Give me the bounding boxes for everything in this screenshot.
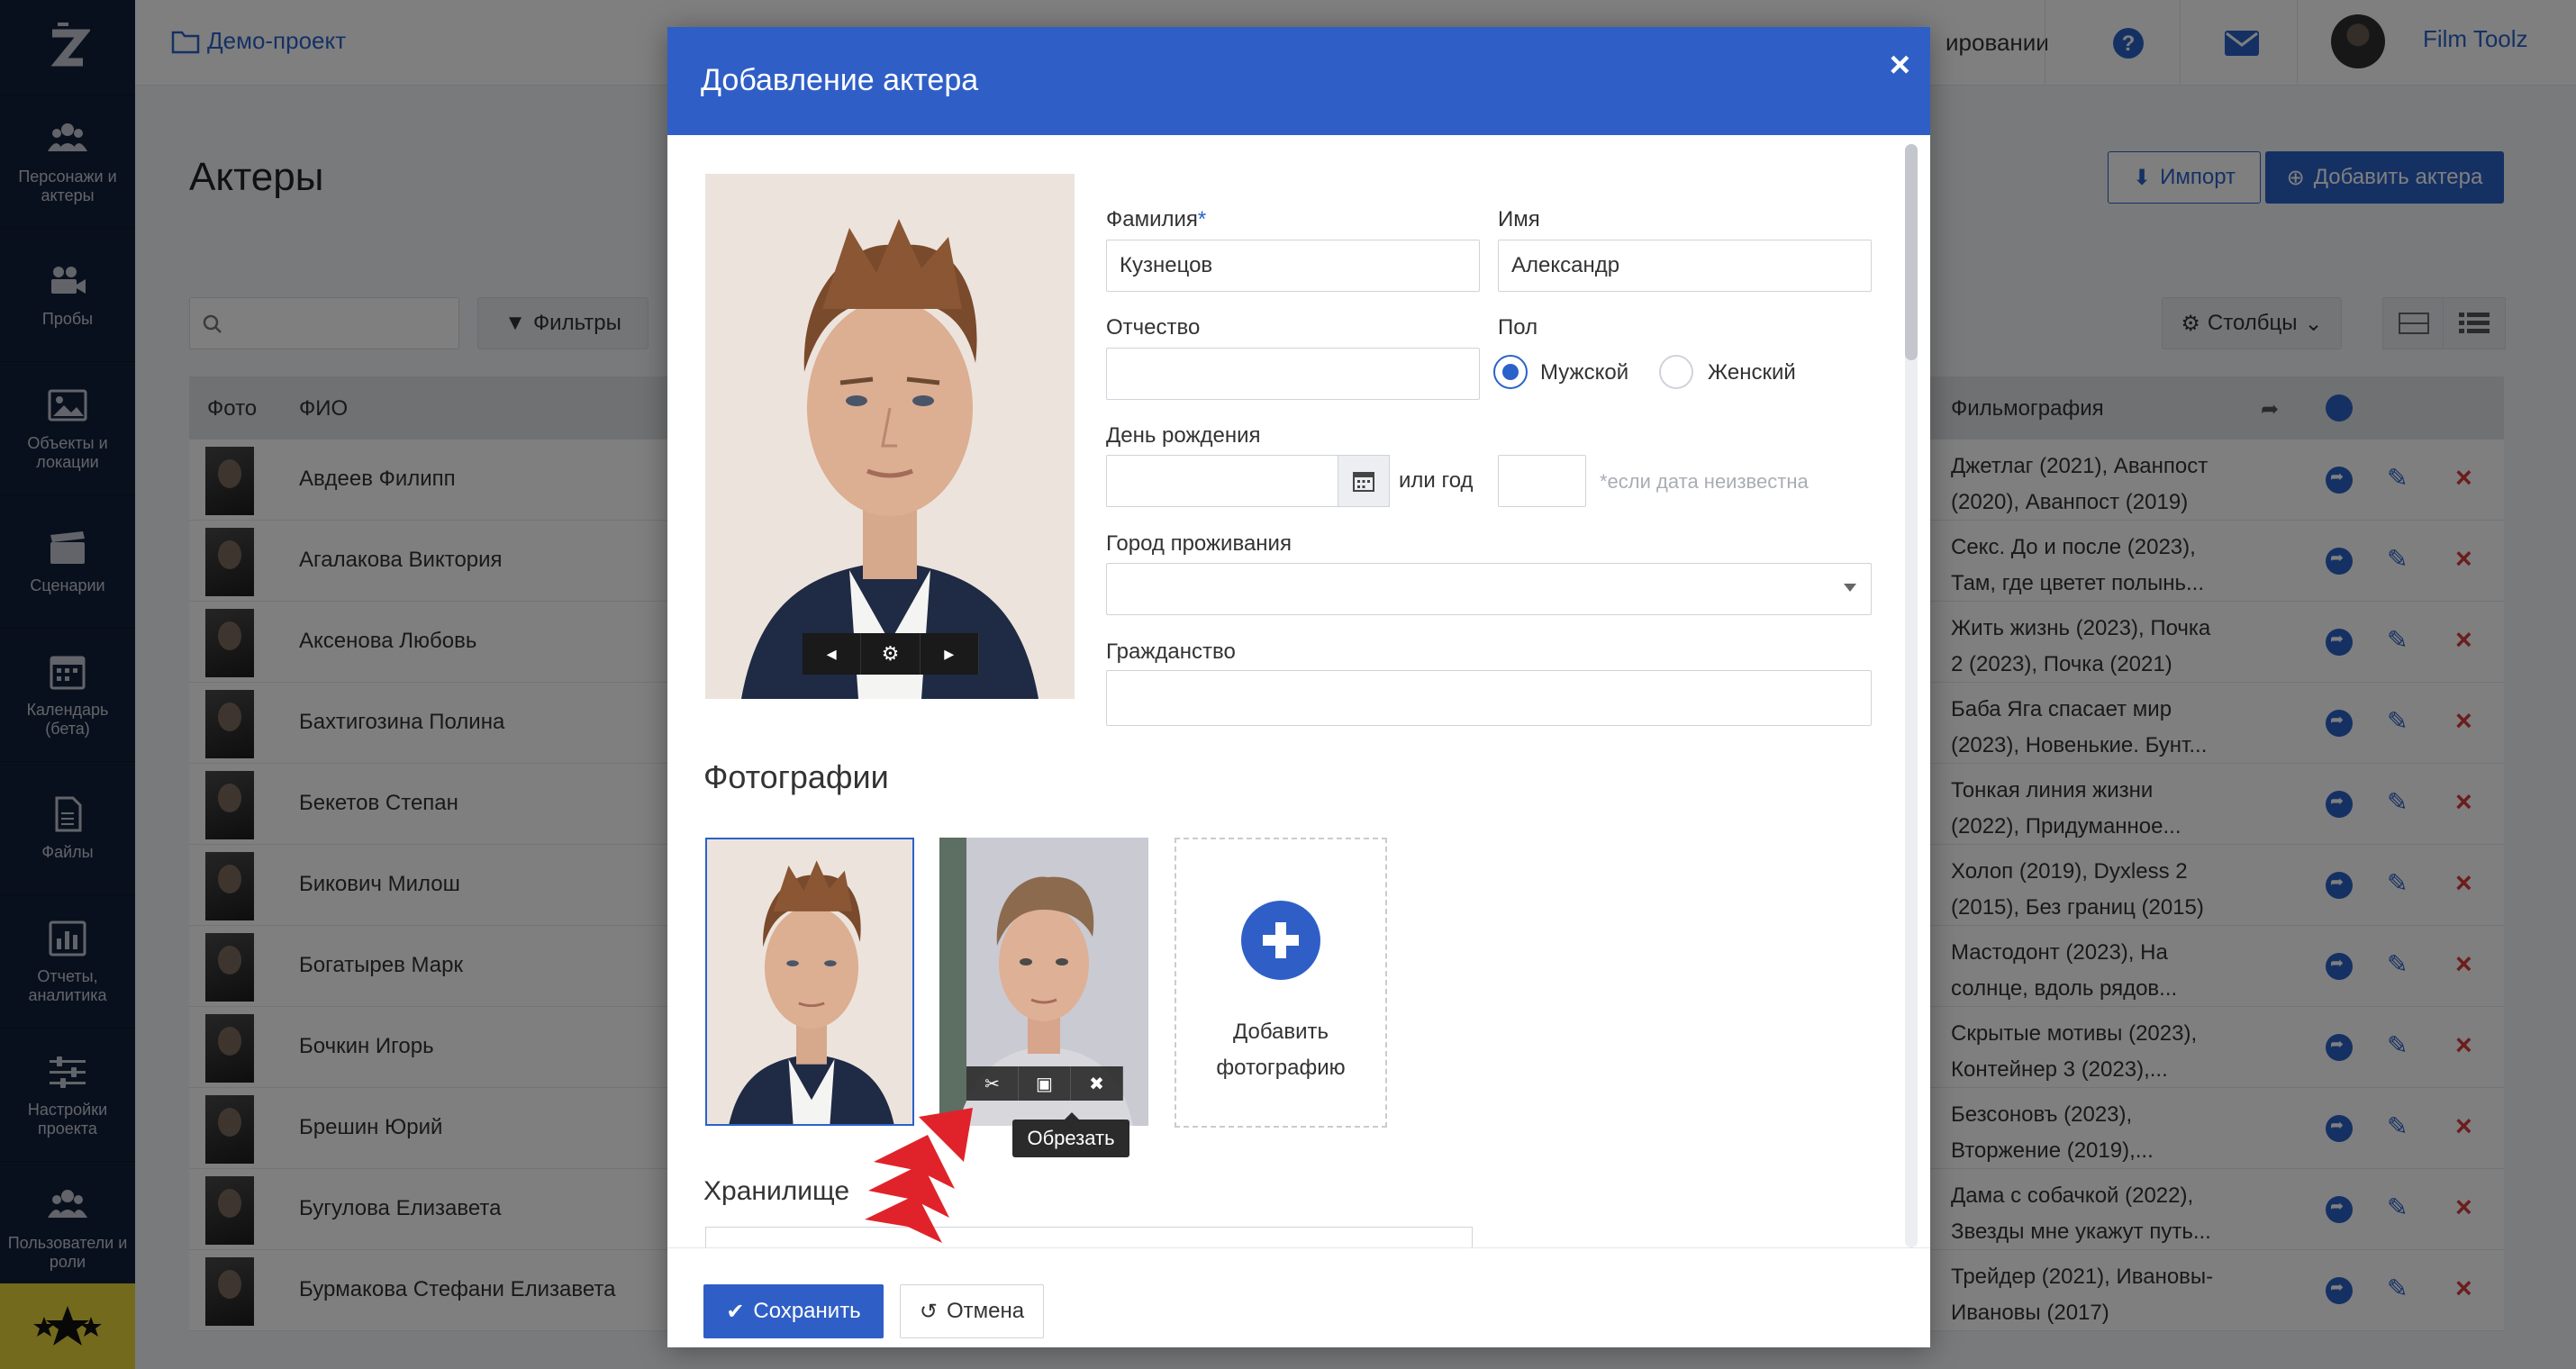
next-photo-icon[interactable]: ▸ [920,633,979,675]
photo-thumbnail[interactable]: ✂ ▣ ✖ [939,838,1148,1126]
gender-female-label[interactable]: Женский [1708,360,1796,385]
citizenship-field[interactable] [1106,670,1872,726]
year-hint: *если дата неизвестна [1600,470,1809,493]
cancel-button[interactable]: ↺ Отмена [900,1284,1044,1338]
storage-section-title: Хранилище [703,1176,849,1206]
surname-label: Фамилия* [1106,207,1206,232]
plus-icon [1241,901,1320,980]
prev-photo-icon[interactable]: ◂ [803,633,862,675]
gender-male-label[interactable]: Мужской [1540,360,1628,385]
add-photo-label-line2: фотографию [1216,1056,1346,1080]
year-field[interactable] [1498,455,1586,507]
city-select[interactable] [1106,563,1872,615]
required-marker: * [1197,207,1207,231]
scrollbar-thumb[interactable] [1905,144,1918,360]
actor-thumbnail-image [707,839,912,1124]
set-main-image-icon[interactable]: ▣ [1019,1066,1071,1101]
add-photo-button[interactable]: Добавить фотографию [1175,838,1387,1128]
modal-footer: ✔ Сохранить ↺ Отмена [667,1247,1930,1347]
gender-label: Пол [1498,315,1538,340]
gender-male-radio[interactable] [1493,355,1528,389]
crop-tooltip: Обрезать [1012,1112,1129,1157]
photos-section-title: Фотографии [703,758,889,795]
birthday-label: День рождения [1106,423,1261,448]
chevron-down-icon [1844,584,1856,592]
gear-icon[interactable]: ⚙ [861,633,921,675]
calendar-picker-button[interactable] [1338,455,1390,507]
pointer-arrows-icon [865,1108,973,1243]
cancel-label: Отмена [947,1299,1025,1323]
add-actor-modal: Добавление актера × ◂ ⚙ ▸ Фамилия* Кузне… [667,27,1930,1347]
main-photo: ◂ ⚙ ▸ [705,174,1075,699]
remove-photo-icon[interactable]: ✖ [1071,1066,1123,1101]
or-year-label: или год [1399,468,1474,493]
thumbnail-toolbar: ✂ ▣ ✖ [966,1066,1123,1101]
add-photo-label: Добавить фотографию [1216,1014,1345,1086]
photo-thumbnail-selected[interactable] [705,838,914,1126]
city-label: Город проживания [1106,531,1292,556]
modal-body: ◂ ⚙ ▸ Фамилия* Кузнецов Имя Александр От… [667,135,1930,1247]
scrollbar[interactable] [1905,144,1918,1247]
close-icon[interactable]: × [1890,45,1910,86]
name-field[interactable]: Александр [1498,240,1872,292]
surname-label-text: Фамилия [1106,207,1198,231]
calendar-icon [1353,472,1374,492]
actor-portrait-image [705,174,1075,699]
name-label: Имя [1498,207,1540,231]
photo-controls: ◂ ⚙ ▸ [803,633,979,675]
birthday-field[interactable] [1106,455,1338,507]
crop-icon[interactable]: ✂ [966,1066,1019,1101]
modal-title: Добавление актера [701,63,979,97]
save-label: Сохранить [753,1299,861,1323]
check-icon: ✔ [726,1299,745,1324]
patronymic-label: Отчество [1106,315,1201,340]
surname-field[interactable]: Кузнецов [1106,240,1480,292]
patronymic-field[interactable] [1106,348,1480,400]
save-button[interactable]: ✔ Сохранить [703,1284,884,1338]
modal-header: Добавление актера × [667,27,1930,135]
citizenship-label: Гражданство [1106,639,1236,664]
storage-field[interactable] [705,1227,1473,1247]
gender-female-radio[interactable] [1659,355,1693,389]
undo-icon: ↺ [919,1299,938,1324]
add-photo-label-line1: Добавить [1232,1020,1329,1044]
